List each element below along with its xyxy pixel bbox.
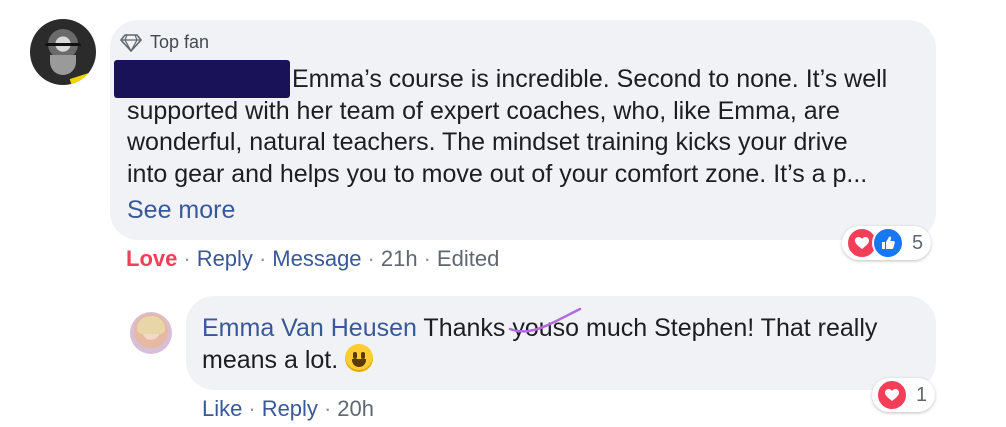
reply-reaction-count: 1 [916,383,928,406]
see-more-link[interactable]: See more [127,196,235,225]
comment-line-3: wonderful, natural teachers. The mindset… [127,128,848,156]
edited-label[interactable]: Edited [437,246,499,272]
separator: · [367,246,375,271]
reply-author-avatar[interactable] [130,312,172,354]
reply-author-name[interactable]: Emma Van Heusen [202,314,417,342]
comment-line-2: supported with her team of expert coache… [127,96,840,125]
top-fan-badge: Top fan [120,32,209,53]
reply-line-2: means a lot. [202,344,922,376]
comment-reaction-count: 5 [912,231,924,254]
reply-reactions[interactable]: 1 [872,378,936,412]
love-icon [876,379,908,411]
struck-word: you [509,307,582,344]
separator: · [423,246,431,271]
avatar-collar [69,71,96,85]
love-action-button[interactable]: Love [126,246,177,272]
comment-line-4: into gear and helps you to move out of y… [127,159,868,188]
reply-body: Emma Van Heusen Thanks you so much Stephe… [202,307,922,376]
like-button[interactable]: Like [202,396,242,422]
separator: · [248,396,256,421]
grinning-face-emoji [345,344,374,372]
comment-reactions[interactable]: 5 [842,226,932,260]
commenter-avatar[interactable] [30,19,96,85]
separator: · [183,246,191,271]
separator: · [323,396,332,421]
reply-button[interactable]: Reply [197,246,253,272]
reply-line-1: Emma Van Heusen Thanks you so much Stephe… [202,307,922,344]
avatar-beard [50,55,76,75]
top-fan-label: Top fan [150,32,210,52]
comment-actions: Love · Reply · Message · 21h · Edited [126,246,499,272]
like-icon [872,227,904,259]
diamond-icon [120,33,142,52]
separator: · [258,246,267,271]
comment-timestamp[interactable]: 21h [381,246,418,272]
message-button[interactable]: Message [272,246,361,272]
reply-timestamp[interactable]: 20h [337,396,374,422]
reply-button[interactable]: Reply [262,396,318,422]
reply-actions: Like · Reply · 20h [202,396,374,422]
avatar-hair [137,316,165,334]
comment-line-1: Emma’s course is incredible. Second to n… [292,65,888,93]
comment-body: Emma’s course is incredible. Second to n… [127,64,917,190]
